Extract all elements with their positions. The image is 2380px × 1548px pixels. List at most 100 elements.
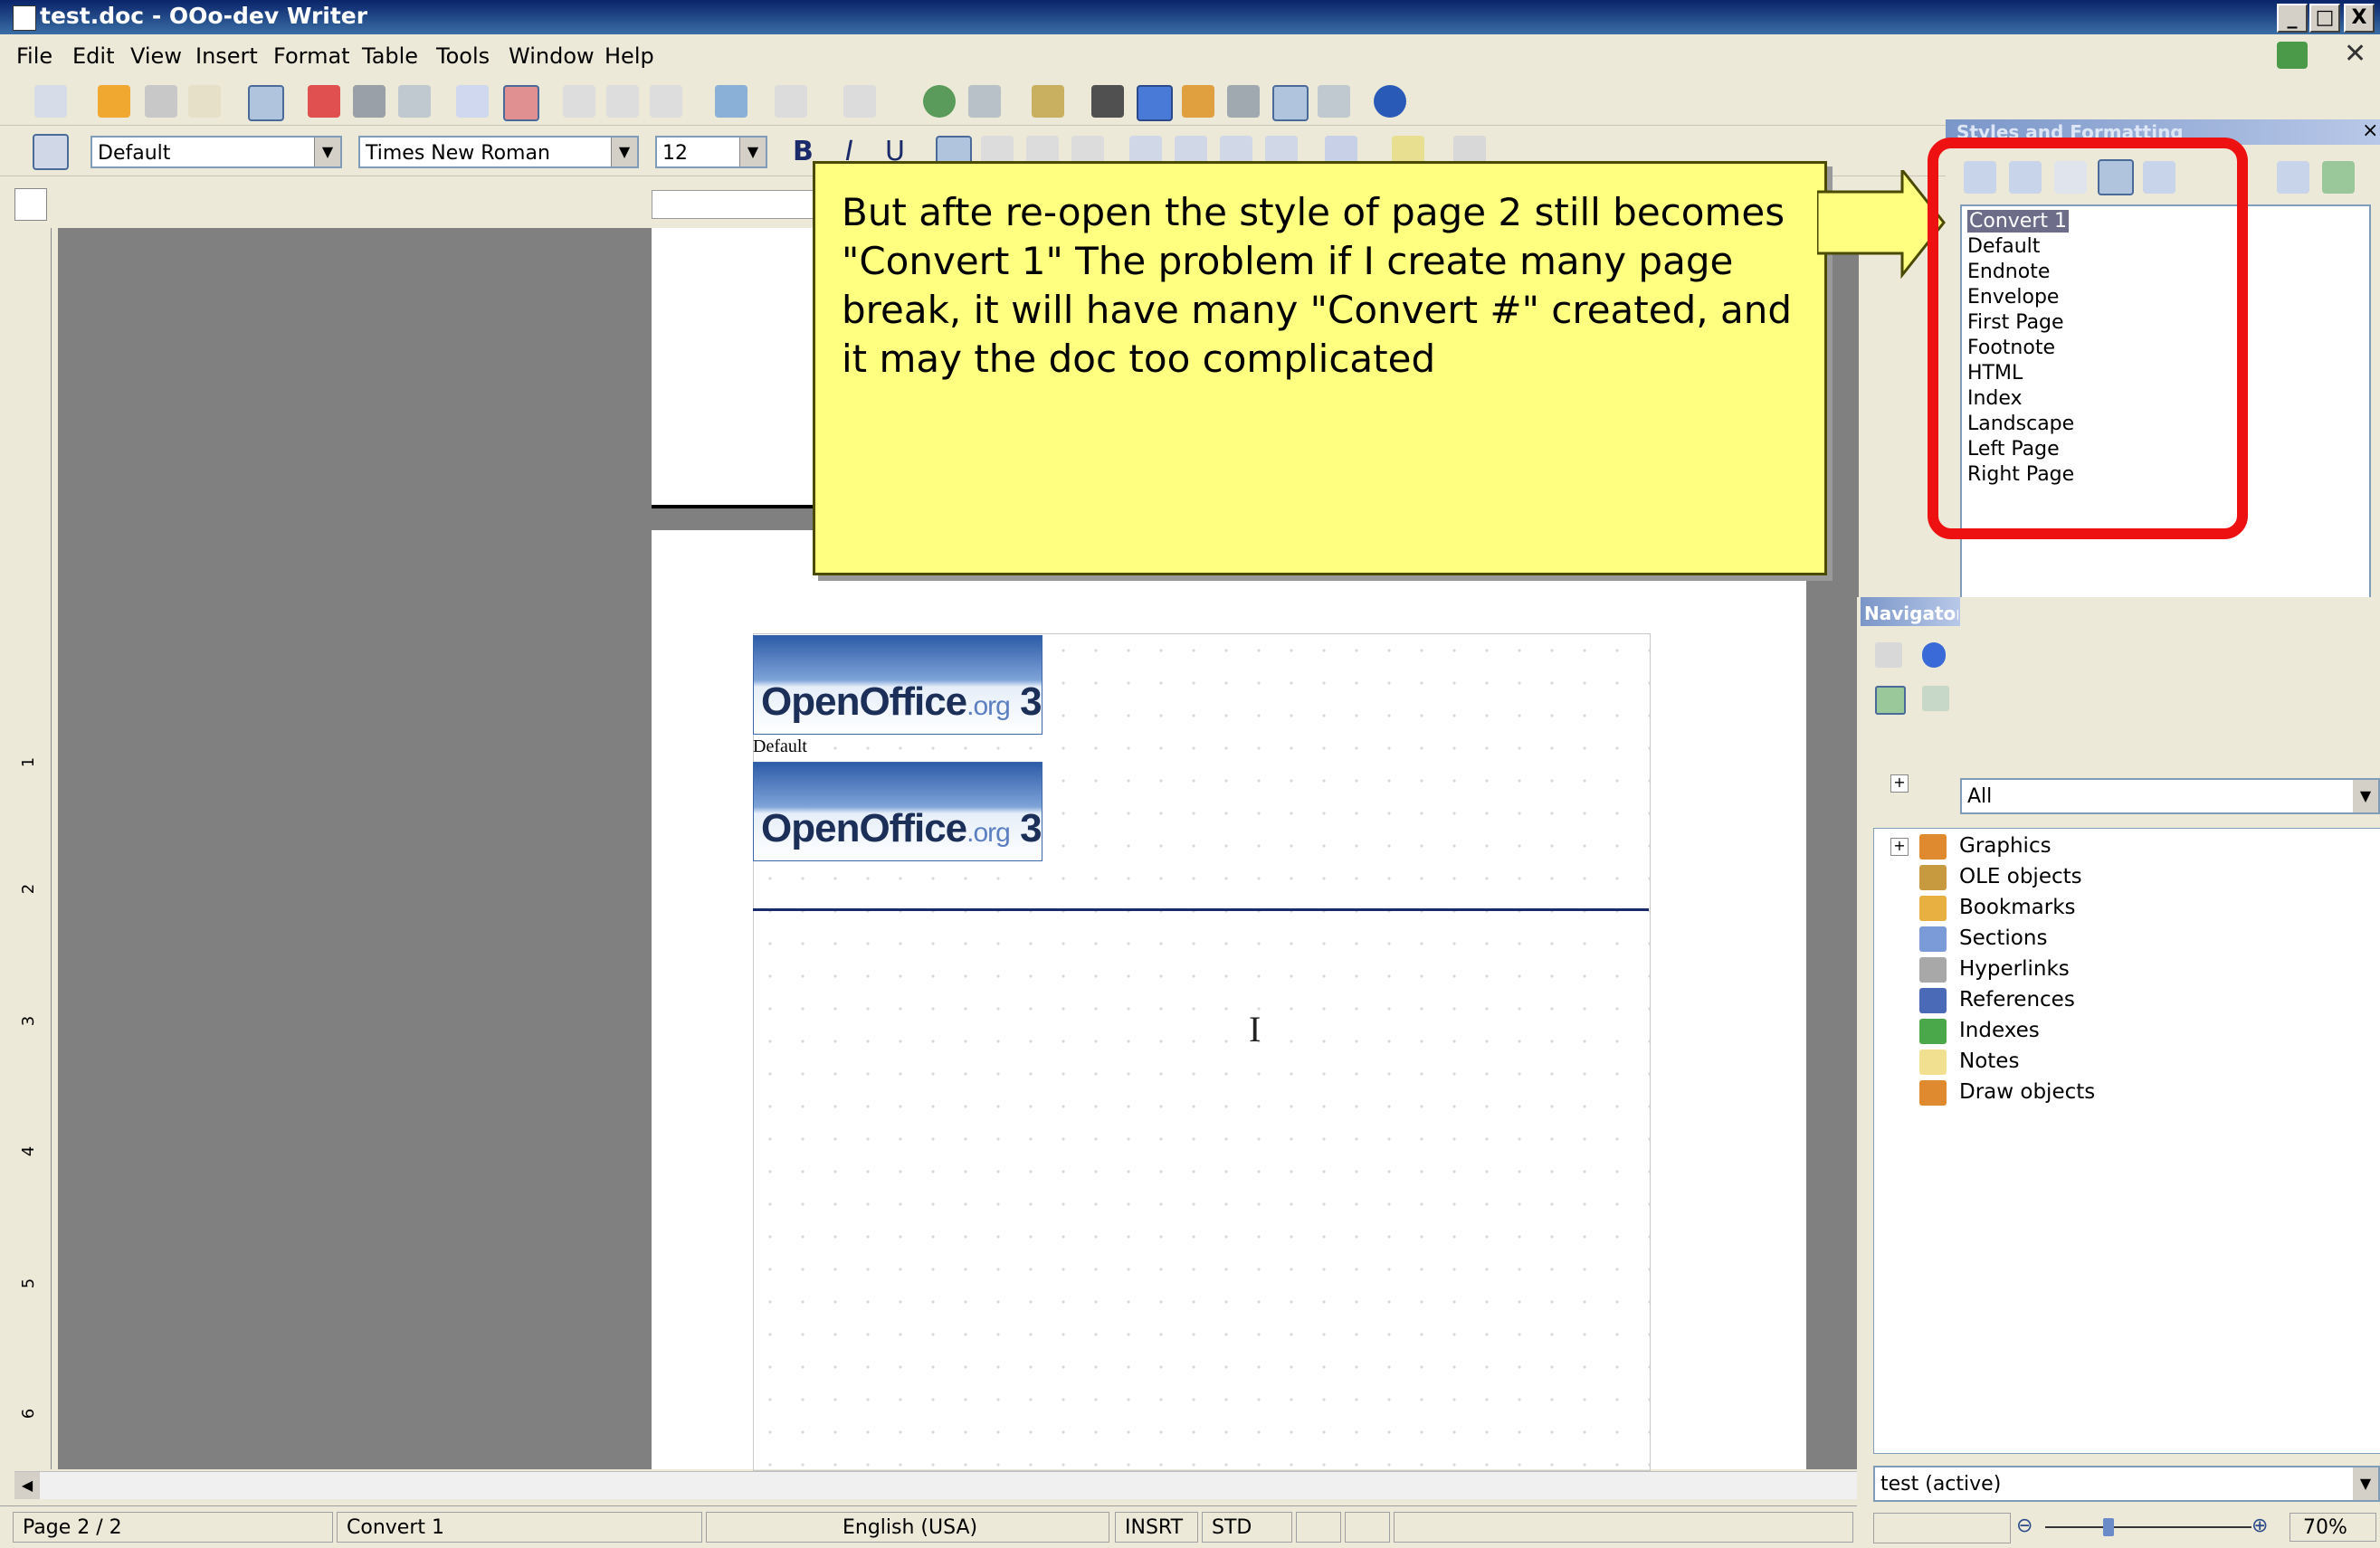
email-icon[interactable] <box>188 85 221 118</box>
content-view-icon[interactable] <box>1875 686 1906 715</box>
menu-tools[interactable]: Tools <box>436 43 490 69</box>
autospellcheck-icon[interactable] <box>503 85 539 121</box>
ruler-number: 6 <box>19 1408 39 1420</box>
ruler-number: 3 <box>19 1015 39 1027</box>
expand-icon[interactable]: + <box>1890 774 1909 793</box>
view-layout-controls[interactable] <box>1873 1513 2011 1543</box>
vertical-ruler[interactable]: 1 2 3 4 5 6 <box>14 228 52 1469</box>
navigator-next-icon[interactable] <box>1922 642 1946 668</box>
status-zoom[interactable]: 70% <box>2290 1513 2376 1542</box>
logo-text: OpenOffice.org 3 <box>761 806 1042 851</box>
menu-file[interactable]: File <box>16 43 52 69</box>
edit-mode-icon[interactable] <box>248 85 284 121</box>
paragraph-style-combo[interactable]: Default ▼ <box>90 136 342 168</box>
nav-item-draw-objects[interactable]: Draw objects <box>1959 1080 2095 1104</box>
status-page-style[interactable]: Convert 1 <box>337 1512 702 1543</box>
menu-view[interactable]: View <box>130 43 182 69</box>
export-pdf-icon[interactable] <box>308 85 340 118</box>
horizontal-scrollbar[interactable]: ◀ <box>14 1471 1857 1499</box>
new-document-icon[interactable] <box>34 85 67 118</box>
zoom-slider-thumb[interactable] <box>2103 1518 2114 1536</box>
chevron-down-icon[interactable]: ▼ <box>611 138 637 166</box>
chevron-down-icon[interactable]: ▼ <box>2353 1467 2378 1500</box>
bold-button[interactable]: B <box>793 136 814 167</box>
hyperlink-icon[interactable] <box>923 85 956 118</box>
nav-item-indexes[interactable]: Indexes <box>1959 1019 2040 1042</box>
nav-item-references[interactable]: References <box>1959 988 2075 1011</box>
menu-window[interactable]: Window <box>509 43 595 69</box>
close-button[interactable]: X <box>2344 4 2375 33</box>
navigator-toggle-icon[interactable] <box>1875 642 1902 668</box>
close-document-icon[interactable]: ✕ <box>2344 38 2366 70</box>
page-2[interactable]: OpenOffice.org 3 Default OpenOffice.org … <box>652 530 1806 1471</box>
drag-mode-icon[interactable] <box>1922 686 1949 711</box>
save-icon[interactable] <box>145 85 177 118</box>
download-icon[interactable] <box>2277 42 2308 69</box>
zoom-icon[interactable] <box>1318 85 1350 118</box>
menu-edit[interactable]: Edit <box>72 43 114 69</box>
status-bar: Page 2 / 2 Convert 1 English (USA) INSRT… <box>0 1505 1857 1548</box>
menu-table[interactable]: Table <box>362 43 418 69</box>
cut-icon[interactable] <box>563 85 595 118</box>
redo-icon[interactable] <box>843 85 876 118</box>
status-object-info <box>1394 1512 1853 1543</box>
status-page: Page 2 / 2 <box>13 1512 333 1543</box>
find-replace-icon[interactable] <box>1091 85 1124 118</box>
font-size-combo[interactable]: 12 ▼ <box>655 136 767 168</box>
nav-item-bookmarks[interactable]: Bookmarks <box>1959 896 2076 919</box>
menu-insert[interactable]: Insert <box>195 43 258 69</box>
zoom-out-icon[interactable]: ⊖ <box>2016 1515 2033 1537</box>
fill-format-icon[interactable] <box>2277 161 2309 194</box>
status-selection-mode[interactable]: STD <box>1202 1512 1292 1543</box>
nav-item-graphics[interactable]: Graphics <box>1959 834 2052 858</box>
chevron-down-icon[interactable]: ▼ <box>2353 780 2378 812</box>
zoom-slider[interactable]: ⊖ ⊕ <box>2013 1513 2284 1542</box>
maximize-button[interactable]: □ <box>2309 4 2340 33</box>
paragraph-style-marker: Default <box>753 736 807 756</box>
print-icon[interactable] <box>353 85 386 118</box>
nav-item-hyperlinks[interactable]: Hyperlinks <box>1959 957 2070 981</box>
graphics-icon <box>1919 834 1947 859</box>
new-style-icon[interactable] <box>2322 161 2355 194</box>
menu-help[interactable]: Help <box>605 43 654 69</box>
nav-item-notes[interactable]: Notes <box>1959 1049 2019 1073</box>
copy-icon[interactable] <box>606 85 639 118</box>
logo-brand: OpenOffice <box>761 806 967 850</box>
nav-item-ole-objects[interactable]: OLE objects <box>1959 865 2082 888</box>
text-boundary <box>753 633 1651 1471</box>
draw-functions-icon[interactable] <box>1032 85 1064 118</box>
format-paintbrush-icon[interactable] <box>715 85 747 118</box>
chevron-down-icon[interactable]: ▼ <box>314 138 340 166</box>
spellcheck-icon[interactable] <box>456 85 489 118</box>
undo-icon[interactable] <box>775 85 807 118</box>
font-name-combo[interactable]: Times New Roman ▼ <box>358 136 639 168</box>
openoffice-logo[interactable]: OpenOffice.org 3 <box>753 635 1042 735</box>
scroll-left-icon[interactable]: ◀ <box>14 1472 40 1499</box>
zoom-in-icon[interactable]: ⊕ <box>2251 1515 2268 1537</box>
table-icon[interactable] <box>968 85 1001 118</box>
navigator-icon[interactable] <box>1137 85 1173 121</box>
close-icon[interactable]: × <box>2362 119 2378 142</box>
openoffice-logo[interactable]: OpenOffice.org 3 <box>753 762 1042 861</box>
indexes-icon <box>1919 1019 1947 1044</box>
hyperlinks-icon <box>1919 957 1947 983</box>
formatting-marks-icon[interactable] <box>1272 85 1309 121</box>
gallery-icon[interactable] <box>1182 85 1214 118</box>
data-sources-icon[interactable] <box>1227 85 1260 118</box>
ruler-unit-button[interactable] <box>14 188 47 221</box>
nav-item-sections[interactable]: Sections <box>1959 926 2047 950</box>
open-folder-icon[interactable] <box>98 85 130 118</box>
help-icon[interactable] <box>1374 85 1406 118</box>
expand-icon[interactable]: + <box>1890 838 1909 856</box>
minimize-button[interactable]: _ <box>2277 4 2308 33</box>
paste-icon[interactable] <box>650 85 682 118</box>
styles-formatting-icon[interactable] <box>33 134 69 170</box>
menu-format[interactable]: Format <box>273 43 350 69</box>
style-filter-combo[interactable]: All ▼ <box>1960 778 2380 814</box>
navigator-document-value: test (active) <box>1880 1473 2002 1496</box>
navigator-list[interactable]: + + Graphics OLE objects Bookmarks Secti… <box>1873 774 2380 1454</box>
navigator-document-combo[interactable]: test (active) ▼ <box>1873 1466 2380 1502</box>
status-insert-mode[interactable]: INSRT <box>1115 1512 1198 1543</box>
chevron-down-icon[interactable]: ▼ <box>739 138 766 166</box>
print-preview-icon[interactable] <box>398 85 431 118</box>
